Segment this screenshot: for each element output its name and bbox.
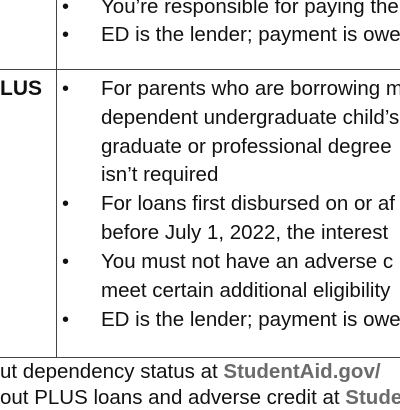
table-bottom-border xyxy=(0,357,400,358)
list-item-line: isn’t required xyxy=(101,163,219,186)
list-item: For loans first disbursed on or af xyxy=(101,192,395,215)
footer-line: ut dependency status at StudentAid.gov/ xyxy=(0,360,381,384)
list-item-line: dependent undergraduate child’s xyxy=(101,106,400,129)
list-item: ED is the lender; payment is owe xyxy=(101,308,400,331)
footer-text: ut dependency status at xyxy=(0,360,224,383)
list-item: For parents who are borrowing m xyxy=(101,77,400,100)
list-item-line: meet certain additional eligibility xyxy=(101,279,391,302)
bullet-icon: • xyxy=(62,193,70,215)
list-item-line: before July 1, 2022, the interest xyxy=(101,221,389,244)
row-label-plus: LUS xyxy=(0,77,42,100)
bullet-icon: • xyxy=(62,78,70,100)
studentaid-link[interactable]: Stude xyxy=(345,386,400,409)
bullet-icon: • xyxy=(62,0,70,18)
list-item-line: graduate or professional degree xyxy=(101,135,392,158)
bullet-icon: • xyxy=(62,24,70,46)
studentaid-link[interactable]: StudentAid.gov/ xyxy=(223,360,380,383)
bullet-icon: • xyxy=(62,309,70,331)
table-column-divider xyxy=(56,0,57,357)
list-item: You’re responsible for paying the xyxy=(101,0,399,18)
list-item: ED is the lender; payment is owe xyxy=(101,23,400,46)
footer-line: out PLUS loans and adverse credit at Stu… xyxy=(0,386,400,410)
list-item: You must not have an adverse c xyxy=(101,250,394,273)
bullet-icon: • xyxy=(62,251,70,273)
table-row-divider xyxy=(0,69,400,70)
footer-text: out PLUS loans and adverse credit at xyxy=(0,386,346,409)
